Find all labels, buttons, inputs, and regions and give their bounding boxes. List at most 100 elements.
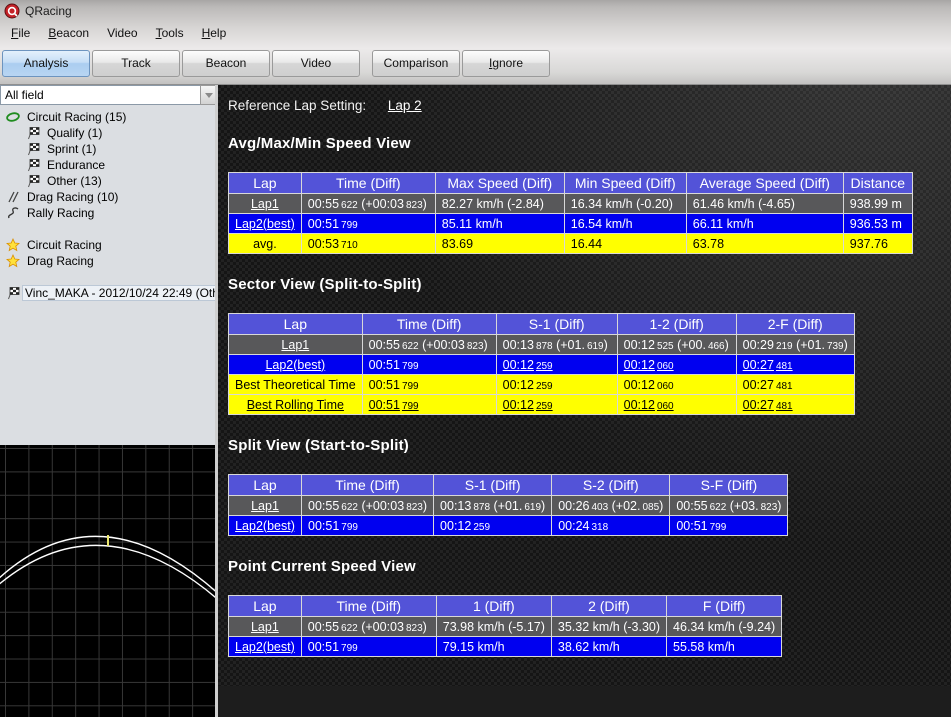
lap-link[interactable]: Lap1	[251, 499, 279, 513]
tree-item-qualify-1[interactable]: Qualify (1)	[0, 125, 217, 141]
menu-item-tools[interactable]: Tools	[147, 23, 193, 43]
time-link[interactable]: 00:12060	[624, 398, 674, 412]
column-header-2-diff: 2 (Diff)	[551, 596, 666, 617]
tab-bar: AnalysisTrackBeaconVideo ComparisonIgnore	[0, 45, 951, 83]
split-view-section: Split View (Start-to-Split) LapTime (Dif…	[228, 437, 951, 536]
menu-bar: FileBeaconVideoToolsHelp	[0, 21, 951, 45]
table-cell: 00:51799	[301, 637, 436, 657]
field-filter-combobox[interactable]: All field	[0, 85, 200, 105]
tab-comparison[interactable]: Comparison	[372, 50, 460, 77]
column-header-min-speed-diff: Min Speed (Diff)	[564, 173, 686, 194]
qracing-logo-icon	[4, 3, 20, 19]
table-cell: 00:51799	[302, 516, 434, 536]
menu-item-file[interactable]: File	[2, 23, 39, 43]
table-cell: 61.46 km/h (-4.65)	[686, 194, 843, 214]
table-cell: 35.32 km/h (-3.30)	[551, 617, 666, 637]
menu-item-video[interactable]: Video	[98, 23, 146, 43]
lap-link[interactable]: Best Rolling Time	[247, 398, 344, 412]
header-row: LapTime (Diff)S-1 (Diff)1-2 (Diff)2-F (D…	[229, 314, 855, 335]
qracing-window: QRacing FileBeaconVideoToolsHelp Analysi…	[0, 0, 951, 717]
field-filter-value: All field	[5, 88, 44, 102]
table-cell: Lap1	[229, 194, 302, 214]
drag-icon	[6, 190, 22, 204]
column-header-lap: Lap	[229, 596, 302, 617]
tree-item-rally-racing[interactable]: Rally Racing	[0, 205, 217, 221]
table-cell: 00:55622 (+00:03823)	[301, 194, 435, 214]
sidebar: All field Circuit Racing (15)Qualify (1)…	[0, 85, 217, 445]
time-link[interactable]: 00:12259	[503, 398, 553, 412]
table-cell: 00:51799	[301, 214, 435, 234]
reference-lap-label: Reference Lap Setting:	[228, 98, 366, 113]
table-cell: 00:27481	[736, 375, 854, 395]
tree-item-drag-racing-10[interactable]: Drag Racing (10)	[0, 189, 217, 205]
flag-icon	[26, 142, 42, 156]
table-cell: 00:27481	[736, 355, 854, 375]
column-header-time-diff: Time (Diff)	[301, 173, 435, 194]
tab-analysis[interactable]: Analysis	[2, 50, 90, 77]
time-link[interactable]: 00:27481	[743, 358, 793, 372]
table-cell: 00:13878 (+01.619)	[434, 496, 552, 516]
table-cell: Lap2(best)	[229, 637, 302, 657]
table-cell: avg.	[229, 234, 302, 254]
table-cell: 00:55622 (+00:03823)	[301, 617, 436, 637]
column-header-s-f-diff: S-F (Diff)	[670, 475, 788, 496]
tree-item-circuit-racing[interactable]: Circuit Racing	[0, 237, 217, 253]
tree-item-endurance[interactable]: Endurance	[0, 157, 217, 173]
star-icon	[6, 238, 22, 252]
lap-link[interactable]: Lap1	[251, 197, 279, 211]
tree-item-drag-racing[interactable]: Drag Racing	[0, 253, 217, 269]
lap-link[interactable]: Lap1	[251, 620, 279, 634]
window-chrome: QRacing FileBeaconVideoToolsHelp Analysi…	[0, 0, 951, 85]
tab-ignore[interactable]: Ignore	[462, 50, 550, 77]
table-cell: Lap2(best)	[229, 355, 363, 375]
tab-video[interactable]: Video	[272, 50, 360, 77]
track-map	[0, 445, 217, 717]
speed-view-table: LapTime (Diff)Max Speed (Diff)Min Speed …	[228, 172, 913, 254]
time-link[interactable]: 00:12259	[503, 358, 553, 372]
time-link[interactable]: 00:12060	[624, 358, 674, 372]
menu-item-beacon[interactable]: Beacon	[39, 23, 98, 43]
lap-link[interactable]: Lap2(best)	[235, 640, 295, 654]
tree-item-label: Qualify (1)	[45, 126, 104, 140]
table-cell: 00:12259	[496, 375, 617, 395]
sector-view-table: LapTime (Diff)S-1 (Diff)1-2 (Diff)2-F (D…	[228, 313, 855, 415]
tree-item-other-13[interactable]: Other (13)	[0, 173, 217, 189]
table-cell: 00:26403 (+02.085)	[552, 496, 670, 516]
table-cell: 82.27 km/h (-2.84)	[435, 194, 564, 214]
lap-link[interactable]: Lap2(best)	[235, 519, 295, 533]
tab-beacon[interactable]: Beacon	[182, 50, 270, 77]
point-view-section: Point Current Speed View LapTime (Diff)1…	[228, 558, 951, 657]
table-cell: 38.62 km/h	[551, 637, 666, 657]
reference-lap-link[interactable]: Lap 2	[388, 98, 422, 113]
split-view-title: Split View (Start-to-Split)	[228, 437, 951, 454]
tree-item-vinc-maka-2012-10-24-22-49-other[interactable]: Vinc_MAKA - 2012/10/24 22:49 (Other)	[0, 285, 217, 301]
table-cell: 00:24318	[552, 516, 670, 536]
rally-icon	[6, 206, 22, 220]
lap-link[interactable]: Lap2(best)	[235, 217, 295, 231]
column-header-time-diff: Time (Diff)	[362, 314, 496, 335]
column-header-lap: Lap	[229, 475, 302, 496]
column-header-max-speed-diff: Max Speed (Diff)	[435, 173, 564, 194]
tree-item-label: Sprint (1)	[45, 142, 98, 156]
tree-item-sprint-1[interactable]: Sprint (1)	[0, 141, 217, 157]
table-cell: 83.69	[435, 234, 564, 254]
table-cell: 16.44	[564, 234, 686, 254]
tree-item-circuit-racing-15[interactable]: Circuit Racing (15)	[0, 109, 217, 125]
point-view-table: LapTime (Diff)1 (Diff)2 (Diff)F (Diff)La…	[228, 595, 782, 657]
table-cell: 55.58 km/h	[667, 637, 782, 657]
table-cell: 00:27481	[736, 395, 854, 415]
time-link[interactable]: 00:27481	[743, 398, 793, 412]
menu-item-help[interactable]: Help	[193, 23, 236, 43]
tab-track[interactable]: Track	[92, 50, 180, 77]
table-cell: 00:53710	[301, 234, 435, 254]
lap-link[interactable]: Lap1	[281, 338, 309, 352]
table-cell: Lap1	[229, 496, 302, 516]
session-tree: Circuit Racing (15)Qualify (1) Sprint (1)…	[0, 105, 217, 301]
column-header-time-diff: Time (Diff)	[301, 596, 436, 617]
lap-link[interactable]: Lap2(best)	[265, 358, 325, 372]
table-cell: 00:55622 (+00:03823)	[302, 496, 434, 516]
time-link[interactable]: 00:51799	[369, 398, 419, 412]
tree-item-label: Endurance	[45, 158, 107, 172]
column-header-lap: Lap	[229, 173, 302, 194]
flag-icon	[26, 158, 42, 172]
